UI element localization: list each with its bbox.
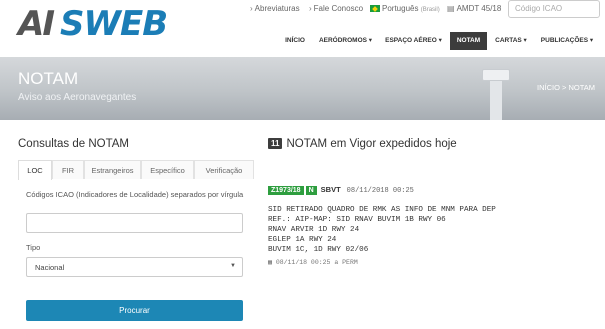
tab-loc[interactable]: LOC <box>18 160 52 180</box>
query-panel-title: Consultas de NOTAM <box>18 138 129 150</box>
notam-count-badge: 11 <box>268 138 283 149</box>
tab-verificacao[interactable]: Verificação <box>194 160 254 179</box>
notam-location: SBVT <box>320 185 341 194</box>
chevron-right-icon: › <box>309 4 312 13</box>
tab-estrangeiros[interactable]: Estrangeiros <box>84 160 141 179</box>
icao-codes-input[interactable] <box>26 213 243 233</box>
document-icon: ▤ <box>447 4 455 13</box>
page-subtitle: Aviso aos Aeronavegantes <box>18 92 137 103</box>
notam-line: REF.: AIP-MAP: SID RNAV BUVIM 1B RWY 06 <box>268 216 446 224</box>
type-label: Tipo <box>26 243 41 252</box>
amdt-link[interactable]: ▤ AMDT 45/18 <box>447 4 501 13</box>
contact-link[interactable]: › Fale Conosco <box>309 4 363 13</box>
aisweb-logo[interactable]: AI SWEB <box>18 4 168 44</box>
control-tower-image <box>476 69 516 120</box>
page-title: NOTAM <box>18 69 79 88</box>
language-selector[interactable]: Português (Brasil) <box>370 4 440 13</box>
chevron-down-icon: ▼ <box>230 263 236 269</box>
tab-especifico[interactable]: Específico <box>141 160 194 179</box>
notam-line: EGLEP 1A RWY 24 <box>268 236 337 244</box>
query-tabs: LOC FIR Estrangeiros Específico Verifica… <box>18 160 254 180</box>
notam-series-badge: N <box>305 186 317 195</box>
calendar-icon: ▦ <box>268 259 272 266</box>
notam-header: Z1973/18 N SBVT 08/11/2018 00:25 <box>268 179 414 195</box>
nav-cartas[interactable]: CARTAS ▾ <box>491 32 531 50</box>
notam-line: BUVIM 1C, 1D RWY 02/06 <box>268 246 369 254</box>
notam-line: SID RETIRADO QUADRO DE RMK AS INFO DE MN… <box>268 206 496 214</box>
nav-aerodromos[interactable]: AERÓDROMOS ▾ <box>315 32 376 50</box>
abbreviations-link[interactable]: › Abreviaturas <box>250 4 300 13</box>
icao-codes-label: Códigos ICAO (Indicadores de Localidade)… <box>26 190 244 199</box>
notam-line: RNAV ARVIR 1D RWY 24 <box>268 226 360 234</box>
brazil-flag-icon <box>370 5 380 12</box>
notam-validity: ▦ 08/11/18 00:25 a PERM <box>268 259 358 266</box>
notam-id-badge[interactable]: Z1973/18 <box>268 186 304 195</box>
tab-fir[interactable]: FIR <box>52 160 84 179</box>
type-select[interactable]: Nacional ▼ <box>26 257 243 277</box>
nav-inicio[interactable]: INÍCIO <box>278 32 312 50</box>
notam-issue-date: 08/11/2018 00:25 <box>346 187 414 195</box>
page-banner: NOTAM Aviso aos Aeronavegantes INÍCIO > … <box>0 57 605 120</box>
chevron-right-icon: › <box>250 4 253 13</box>
search-button[interactable]: Procurar <box>26 300 243 321</box>
notam-list-title: 11 NOTAM em Vigor expedidos hoje <box>268 138 457 150</box>
icao-search-input[interactable]: Código ICAO <box>508 0 600 18</box>
notam-text: SID RETIRADO QUADRO DE RMK AS INFO DE MN… <box>268 205 496 255</box>
nav-publicacoes[interactable]: PUBLICAÇÕES ▾ <box>534 32 600 50</box>
nav-notam[interactable]: NOTAM <box>450 32 487 50</box>
nav-espaco-aereo[interactable]: ESPAÇO AÉREO ▾ <box>380 32 447 50</box>
breadcrumb[interactable]: INÍCIO > NOTAM <box>537 83 595 92</box>
